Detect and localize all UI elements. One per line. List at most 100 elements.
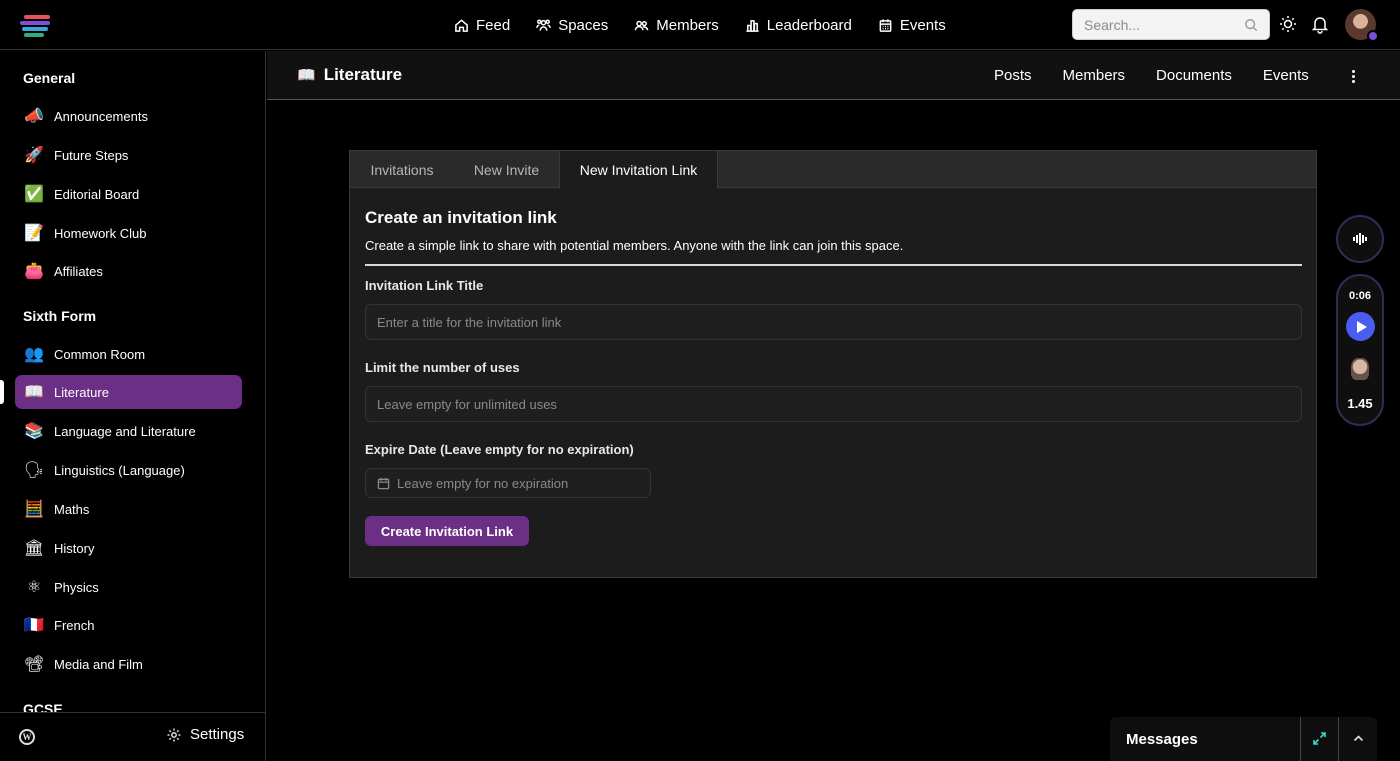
space-header: 📖 Literature Posts Members Documents Eve… bbox=[267, 51, 1400, 100]
sidebar-item-literature[interactable]: 📖 Literature bbox=[15, 375, 242, 409]
sidebar-item-label: Literature bbox=[54, 384, 109, 400]
expand-icon bbox=[1313, 732, 1326, 745]
space-title: 📖 Literature bbox=[297, 65, 402, 85]
limit-uses-label: Limit the number of uses bbox=[365, 360, 520, 375]
divider bbox=[365, 264, 1302, 266]
sidebar-item-label: Homework Club bbox=[54, 225, 147, 241]
expire-date-label: Expire Date (Leave empty for no expirati… bbox=[365, 442, 634, 457]
sidebar-item-announcements[interactable]: 📣 Announcements bbox=[15, 99, 242, 133]
voice-note-button[interactable] bbox=[1336, 215, 1384, 263]
tab-documents[interactable]: Documents bbox=[1156, 67, 1232, 84]
nav-events-label: Events bbox=[899, 16, 946, 34]
theme-toggle-button[interactable] bbox=[1278, 14, 1298, 34]
sidebar-item-media-and-film[interactable]: 📽 Media and Film bbox=[15, 647, 242, 681]
playback-speed[interactable]: 1.45 bbox=[1338, 396, 1382, 411]
space-title-text: Literature bbox=[323, 65, 403, 84]
classical-building-icon: 🏛 bbox=[23, 540, 45, 557]
rocket-icon: 🚀 bbox=[24, 147, 44, 164]
app-logo[interactable] bbox=[20, 13, 50, 37]
notifications-button[interactable] bbox=[1310, 14, 1330, 34]
search-box bbox=[1072, 9, 1270, 40]
sidebar-item-linguistics[interactable]: 🗣 Linguistics (Language) bbox=[15, 453, 242, 487]
sidebar-item-common-room[interactable]: 👥 Common Room bbox=[15, 337, 242, 371]
link-title-input[interactable] bbox=[366, 305, 1301, 339]
sidebar-item-language-and-literature[interactable]: 📚 Language and Literature bbox=[15, 414, 242, 448]
invitation-card: Invitations New Invite New Invitation Li… bbox=[349, 150, 1317, 578]
invitation-tabs: Invitations New Invite New Invitation Li… bbox=[350, 151, 1316, 189]
sidebar: General 📣 Announcements 🚀 Future Steps ✅… bbox=[0, 51, 266, 712]
more-options-icon[interactable] bbox=[1346, 67, 1360, 85]
speaker-avatar bbox=[1351, 358, 1369, 380]
tab-posts[interactable]: Posts bbox=[994, 67, 1032, 84]
expire-date-input[interactable] bbox=[397, 469, 647, 497]
sidebar-footer: W Settings bbox=[0, 712, 266, 761]
form-description: Create a simple link to share with poten… bbox=[365, 238, 904, 253]
section-general: General bbox=[23, 70, 76, 86]
abacus-icon: 🧮 bbox=[24, 501, 44, 518]
open-book-icon: 📖 bbox=[24, 384, 44, 401]
books-icon: 📚 bbox=[24, 423, 44, 440]
sidebar-item-label: Announcements bbox=[54, 108, 148, 124]
sidebar-item-affiliates[interactable]: 👛 Affiliates bbox=[15, 254, 242, 288]
nav-events[interactable]: Events bbox=[878, 17, 946, 34]
bell-icon bbox=[1311, 17, 1329, 34]
sidebar-item-french[interactable]: 🇫🇷 French bbox=[15, 608, 242, 642]
sidebar-item-label: French bbox=[54, 617, 95, 633]
nav-spaces-label: Spaces bbox=[558, 16, 609, 34]
play-icon bbox=[1357, 320, 1367, 333]
sidebar-item-maths[interactable]: 🧮 Maths bbox=[15, 492, 242, 526]
sidebar-item-editorial-board[interactable]: ✅ Editorial Board bbox=[15, 177, 242, 211]
audio-player: 0:06 1.45 bbox=[1336, 274, 1384, 426]
tab-new-invitation-link[interactable]: New Invitation Link bbox=[559, 151, 718, 189]
tab-events[interactable]: Events bbox=[1263, 67, 1309, 84]
home-icon bbox=[455, 18, 468, 32]
sidebar-item-history[interactable]: 🏛 History bbox=[15, 531, 242, 565]
french-flag-icon: 🇫🇷 bbox=[24, 617, 44, 634]
limit-uses-field-wrapper bbox=[365, 386, 1302, 422]
create-invitation-link-button[interactable]: Create Invitation Link bbox=[365, 516, 529, 546]
open-book-icon: 📖 bbox=[297, 67, 316, 84]
sidebar-item-future-steps[interactable]: 🚀 Future Steps bbox=[15, 138, 242, 172]
sidebar-item-label: History bbox=[54, 540, 95, 556]
sidebar-item-homework-club[interactable]: 📝 Homework Club bbox=[15, 216, 242, 250]
tab-invitations[interactable]: Invitations bbox=[350, 151, 454, 188]
messages-title[interactable]: Messages bbox=[1126, 731, 1198, 748]
main-content: Invitations New Invite New Invitation Li… bbox=[267, 101, 1400, 761]
search-icon[interactable] bbox=[1244, 18, 1258, 32]
nav-leaderboard-label: Leaderboard bbox=[766, 16, 852, 34]
play-button[interactable] bbox=[1346, 312, 1375, 341]
nav-leaderboard[interactable]: Leaderboard bbox=[745, 17, 852, 34]
speaking-head-icon: 🗣 bbox=[23, 462, 45, 479]
sidebar-item-label: Common Room bbox=[54, 346, 146, 362]
gear-icon bbox=[167, 728, 181, 741]
tab-members[interactable]: Members bbox=[1063, 67, 1126, 84]
tab-new-invite[interactable]: New Invite bbox=[454, 151, 559, 188]
user-avatar[interactable] bbox=[1345, 9, 1379, 42]
active-indicator bbox=[0, 380, 4, 404]
settings-button[interactable]: Settings bbox=[166, 726, 244, 743]
space-tabs: Posts Members Documents Events bbox=[994, 51, 1309, 100]
audio-wave-icon bbox=[1353, 233, 1367, 245]
nav-spaces[interactable]: Spaces bbox=[536, 17, 608, 34]
nav-members[interactable]: Members bbox=[634, 17, 719, 34]
spaces-icon bbox=[536, 19, 552, 31]
megaphone-icon: 📣 bbox=[24, 108, 44, 125]
memo-icon: 📝 bbox=[24, 225, 44, 242]
player-time: 0:06 bbox=[1348, 290, 1372, 302]
nav-members-label: Members bbox=[656, 16, 719, 34]
sidebar-item-label: Future Steps bbox=[54, 147, 129, 163]
link-title-field-wrapper bbox=[365, 304, 1302, 340]
sun-icon bbox=[1280, 16, 1296, 32]
link-title-label: Invitation Link Title bbox=[365, 278, 484, 293]
check-icon: ✅ bbox=[24, 186, 44, 203]
wordpress-icon[interactable]: W bbox=[19, 729, 35, 745]
chevron-up-icon bbox=[1353, 735, 1364, 742]
limit-uses-input[interactable] bbox=[366, 387, 1301, 421]
collapse-button[interactable] bbox=[1351, 731, 1366, 746]
expire-date-field bbox=[365, 468, 651, 498]
expand-button[interactable] bbox=[1312, 731, 1327, 746]
atom-icon: ⚛ bbox=[26, 579, 42, 596]
nav-feed[interactable]: Feed bbox=[454, 17, 510, 34]
search-input[interactable] bbox=[1073, 10, 1243, 39]
sidebar-item-physics[interactable]: ⚛ Physics bbox=[15, 570, 242, 604]
